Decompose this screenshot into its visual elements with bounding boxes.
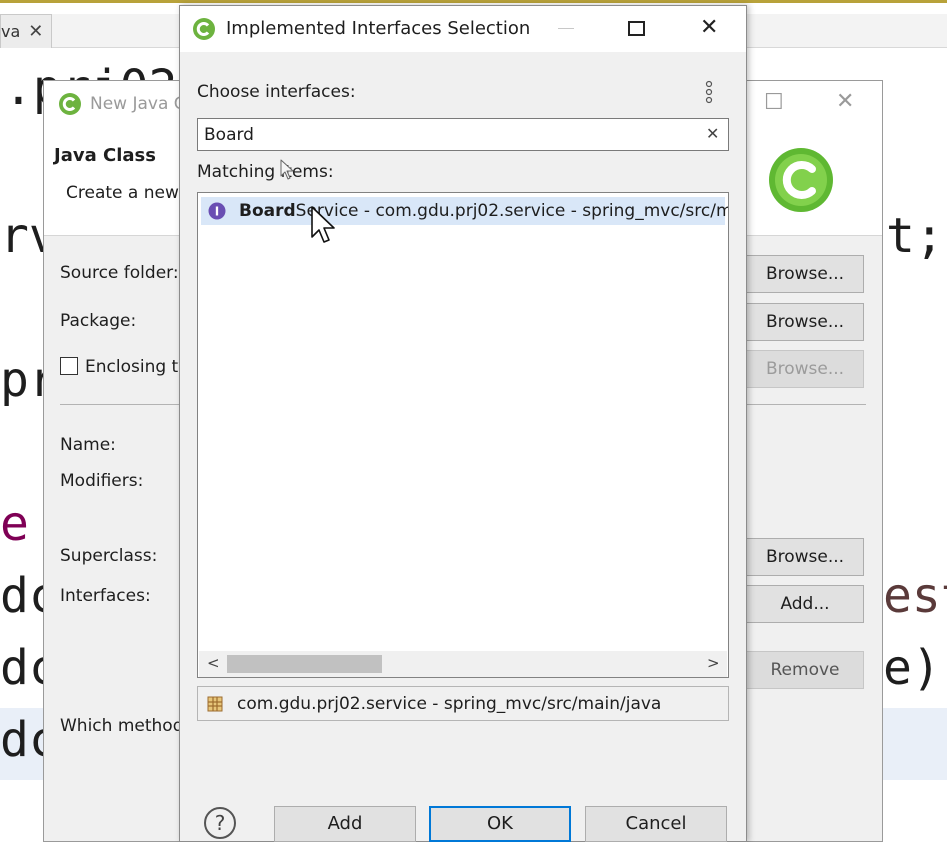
interface-selection-dialog: Implemented Interfaces Selection ✕ Choos…: [179, 5, 747, 842]
maximize-icon[interactable]: ☐: [764, 90, 784, 115]
matching-items-label: Matching items:: [197, 162, 334, 182]
code-line: e): [883, 640, 941, 696]
matching-items-list[interactable]: I BoardService - com.gdu.prj02.service -…: [197, 192, 729, 678]
window-top-border: [0, 0, 947, 3]
scrollbar-thumb[interactable]: [227, 655, 382, 673]
minimize-icon[interactable]: [558, 28, 574, 29]
enclosing-type-checkbox[interactable]: [60, 357, 78, 375]
interface-icon: I: [208, 202, 226, 220]
spring-icon: [192, 17, 216, 41]
dialog-titlebar: Implemented Interfaces Selection ✕: [180, 6, 746, 52]
list-item[interactable]: I BoardService - com.gdu.prj02.service -…: [201, 197, 728, 225]
cancel-button[interactable]: Cancel: [585, 806, 727, 842]
package-icon: [206, 695, 224, 713]
wizard-title: Java Class: [54, 145, 156, 166]
view-menu-icon[interactable]: [704, 80, 714, 106]
code-line: t;: [886, 208, 944, 264]
spring-icon: [58, 92, 82, 116]
add-interface-button[interactable]: Add...: [746, 585, 864, 623]
remove-interface-button[interactable]: Remove: [746, 651, 864, 689]
dialog-title: Implemented Interfaces Selection: [226, 18, 531, 39]
list-item-match: Board: [239, 201, 296, 221]
browse-source-folder-button[interactable]: Browse...: [746, 255, 864, 293]
close-icon[interactable]: ✕: [28, 21, 43, 42]
code-line: est: [883, 568, 947, 624]
browse-superclass-button[interactable]: Browse...: [746, 538, 864, 576]
browse-enclosing-button[interactable]: Browse...: [746, 350, 864, 388]
name-label: Name:: [60, 435, 116, 455]
maximize-icon[interactable]: [628, 21, 645, 36]
clear-icon[interactable]: ✕: [706, 124, 719, 143]
modifiers-label: Modifiers:: [60, 471, 144, 491]
ok-button[interactable]: OK: [429, 806, 571, 842]
close-icon[interactable]: ✕: [836, 89, 854, 114]
add-button[interactable]: Add: [274, 806, 416, 842]
svg-text:I: I: [215, 205, 219, 219]
spring-logo-icon: [766, 145, 836, 215]
source-folder-label: Source folder:: [60, 263, 179, 283]
scroll-right-icon[interactable]: >: [707, 654, 720, 672]
editor-tab-label: va: [1, 22, 21, 41]
choose-interfaces-label: Choose interfaces:: [197, 82, 356, 102]
search-input-value: Board: [204, 125, 254, 145]
package-status-text: com.gdu.prj02.service - spring_mvc/src/m…: [237, 694, 662, 714]
list-item-rest: Service - com.gdu.prj02.service - spring…: [295, 201, 728, 221]
superclass-label: Superclass:: [60, 546, 158, 566]
close-icon[interactable]: ✕: [700, 15, 718, 40]
package-status-bar: com.gdu.prj02.service - spring_mvc/src/m…: [197, 686, 729, 721]
mouse-cursor-icon: [310, 205, 336, 245]
interfaces-label: Interfaces:: [60, 586, 151, 606]
separator: [746, 404, 866, 405]
help-icon[interactable]: ?: [204, 807, 236, 839]
code-line: e: [0, 496, 29, 552]
ghost-cursor-icon: [280, 159, 294, 181]
editor-tab[interactable]: va ✕: [0, 14, 52, 48]
browse-package-button[interactable]: Browse...: [746, 303, 864, 341]
package-label: Package:: [60, 311, 137, 331]
search-input[interactable]: Board ✕: [197, 118, 729, 151]
horizontal-scrollbar[interactable]: < >: [199, 651, 727, 677]
scroll-left-icon[interactable]: <: [207, 654, 220, 672]
